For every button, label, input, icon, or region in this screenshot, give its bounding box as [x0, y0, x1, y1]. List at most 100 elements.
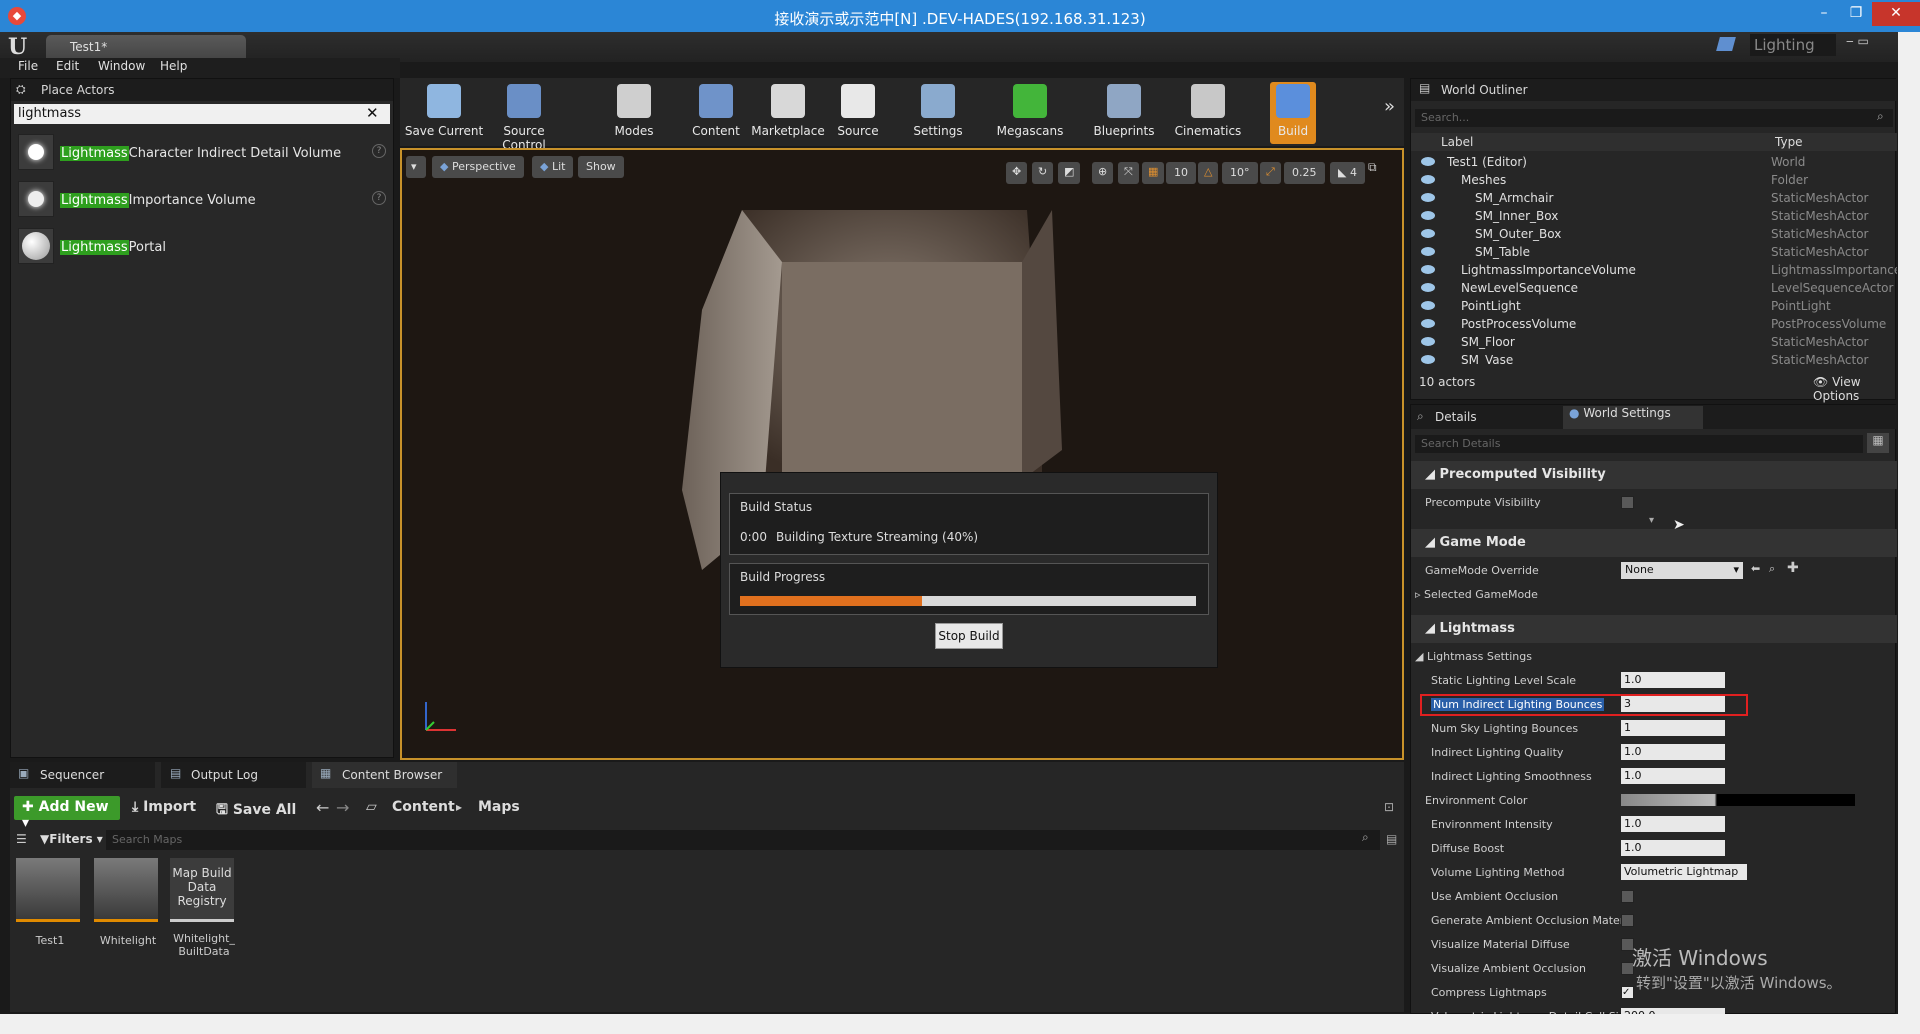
toolbar-overflow-icon[interactable]: » [1384, 96, 1395, 117]
menu-window[interactable]: Window [98, 59, 145, 73]
filters-button[interactable]: ▼Filters ▾ [40, 832, 103, 846]
search-maps-input[interactable]: Search Maps [106, 830, 1380, 850]
breadcrumb-maps[interactable]: Maps [478, 799, 520, 815]
lock-icon[interactable]: ⊡ [1384, 800, 1394, 814]
visibility-eye-icon[interactable] [1421, 283, 1435, 292]
property-value-input[interactable]: 1.0 [1621, 816, 1725, 832]
toolbar-marketplace-button[interactable]: Marketplace [748, 82, 828, 144]
prop-lightmass-settings[interactable]: ◢ Lightmass Settings [1411, 645, 1897, 669]
category-lightmass[interactable]: ◢ Lightmass [1411, 615, 1897, 643]
outliner-row[interactable]: SM_Inner_Box StaticMeshActor [1411, 207, 1897, 225]
details-search-input[interactable]: Search Details [1415, 435, 1863, 453]
toolbar-megascans-button[interactable]: Megascans [990, 82, 1070, 144]
camera-speed[interactable]: ◣ 4 [1330, 162, 1365, 184]
tab-sequencer[interactable]: Sequencer [10, 762, 155, 788]
sources-toggle-icon[interactable]: ☰ [16, 832, 27, 846]
lit-button[interactable]: ◆ Lit [532, 156, 574, 178]
window-controls-inner[interactable]: ‒ ▭ [1846, 34, 1869, 48]
document-tab[interactable]: Test1* [46, 35, 246, 60]
prop-selected-gamemode[interactable]: ▹ Selected GameMode [1411, 583, 1897, 607]
scale-snap-icon[interactable]: ⤢ [1260, 162, 1281, 184]
actor-item-portal[interactable]: LightmassPortal [18, 228, 388, 268]
rotation-snap-value[interactable]: 10° [1222, 162, 1258, 184]
tab-details[interactable]: Details [1435, 410, 1477, 424]
asset-tile-test1[interactable]: Test1 [16, 858, 84, 952]
save-all-button[interactable]: 🖫 Save All [216, 799, 296, 823]
viewport-options-button[interactable]: ▾ [406, 156, 426, 178]
asset-tile-builtdata[interactable]: Map Build Data Registry Whitelight_ Buil… [170, 858, 238, 962]
minimize-button[interactable]: – [1808, 2, 1840, 26]
precompute-visibility-checkbox[interactable] [1621, 496, 1634, 509]
breadcrumb-content[interactable]: Content [392, 799, 455, 815]
visibility-eye-icon[interactable] [1421, 157, 1435, 166]
import-button[interactable]: ⤓ Import [132, 799, 196, 815]
toolbar-save-button[interactable]: Save Current [404, 82, 484, 144]
actor-item-importance-volume[interactable]: LightmassImportance Volume ? [18, 181, 388, 221]
visibility-eye-icon[interactable] [1421, 301, 1435, 310]
outliner-row[interactable]: LightmassImportanceVolume LightmassImport… [1411, 261, 1897, 279]
tab-content-browser[interactable]: Content Browser [312, 762, 457, 788]
maximize-viewport-icon[interactable]: ⧉ [1368, 160, 1377, 175]
category-precomputed-visibility[interactable]: ◢ Precomputed Visibility [1411, 461, 1897, 489]
use-selected-arrow-icon[interactable]: ⬅ [1751, 562, 1760, 575]
visibility-eye-icon[interactable] [1421, 211, 1435, 220]
restore-button[interactable]: ❐ [1840, 2, 1872, 26]
visibility-eye-icon[interactable] [1421, 265, 1435, 274]
actor-item-character-indirect-detail-volume[interactable]: LightmassCharacter Indirect Detail Volum… [18, 134, 388, 174]
gamemode-override-select[interactable]: None ▾ [1621, 562, 1743, 579]
toolbar-cinematics-button[interactable]: Cinematics [1168, 82, 1248, 144]
asset-tile-whitelight[interactable]: Whitelight [94, 858, 162, 952]
outliner-row[interactable]: Test1 (Editor) World [1411, 153, 1897, 171]
property-value-input[interactable]: 3 [1621, 696, 1725, 712]
forward-arrow-icon[interactable]: → [336, 798, 349, 817]
outliner-row[interactable]: PostProcessVolume PostProcessVolume [1411, 315, 1897, 333]
rotate-icon[interactable]: ↻ [1032, 162, 1054, 184]
outliner-row[interactable]: SM_Armchair StaticMeshActor [1411, 189, 1897, 207]
translate-icon[interactable]: ✥ [1006, 162, 1028, 184]
close-button[interactable]: ✕ [1872, 2, 1920, 26]
scale-snap-value[interactable]: 0.25 [1284, 162, 1325, 184]
toolbar-modes-button[interactable]: Modes [594, 82, 674, 144]
help-icon[interactable]: ? [372, 144, 386, 158]
property-checkbox[interactable] [1621, 914, 1634, 927]
place-actors-tab[interactable]: Place Actors [11, 79, 393, 101]
horizontal-scrollbar[interactable] [0, 1014, 1920, 1034]
view-options-button[interactable]: 👁 View Options [1813, 375, 1895, 403]
toolbar-build-button[interactable]: Build [1270, 82, 1316, 144]
world-local-icon[interactable]: ⊕ [1092, 162, 1114, 184]
scale-icon[interactable]: ◩ [1058, 162, 1081, 184]
property-checkbox[interactable] [1621, 890, 1634, 903]
toolbar-blueprints-button[interactable]: Blueprints [1084, 82, 1164, 144]
vertical-scrollbar[interactable] [1898, 32, 1920, 1014]
property-checkbox[interactable]: ✓ [1621, 986, 1634, 999]
toolbar-settings-button[interactable]: Settings [898, 82, 978, 144]
help-icon[interactable]: ? [372, 191, 386, 205]
save-search-icon[interactable]: ▤ [1386, 832, 1397, 846]
visibility-eye-icon[interactable] [1421, 319, 1435, 328]
visibility-eye-icon[interactable] [1421, 247, 1435, 256]
place-actors-search-input[interactable]: lightmass [14, 104, 390, 124]
toolbar-source-button[interactable]: Source [818, 82, 898, 144]
toolbar-source-control-button[interactable]: Source Control [484, 82, 564, 152]
add-icon[interactable]: ✚ [1787, 560, 1799, 576]
level-viewport[interactable]: ▾ ◆ Perspective ◆ Lit Show ✥ ↻ ◩ ⊕ ⤧ ▦ 1… [400, 148, 1404, 760]
rotation-snap-icon[interactable]: △ [1198, 162, 1219, 184]
menu-help[interactable]: Help [160, 59, 187, 73]
property-value-input[interactable]: 1.0 [1621, 840, 1725, 856]
outliner-row[interactable]: SM_Outer_Box StaticMeshActor [1411, 225, 1897, 243]
world-outliner-tab[interactable]: World Outliner [1411, 79, 1897, 101]
perspective-button[interactable]: ◆ Perspective [432, 156, 524, 178]
environment-color-swatch[interactable] [1621, 794, 1855, 806]
visibility-eye-icon[interactable] [1421, 355, 1435, 364]
visibility-eye-icon[interactable] [1421, 193, 1435, 202]
menu-edit[interactable]: Edit [56, 59, 79, 73]
show-button[interactable]: Show [578, 156, 624, 178]
surface-snap-icon[interactable]: ⤧ [1118, 162, 1139, 184]
column-label[interactable]: Label [1441, 135, 1473, 149]
property-combo-select[interactable]: Volumetric Lightmap [1621, 864, 1747, 880]
grid-snap-value[interactable]: 10 [1166, 162, 1196, 184]
property-value-input[interactable]: 1.0 [1621, 768, 1725, 784]
tab-world-settings[interactable]: ● World Settings [1563, 406, 1703, 429]
advanced-expander-icon[interactable]: ▾ [1649, 515, 1654, 526]
outliner-row[interactable]: SM_Vase StaticMeshActor [1411, 351, 1897, 365]
